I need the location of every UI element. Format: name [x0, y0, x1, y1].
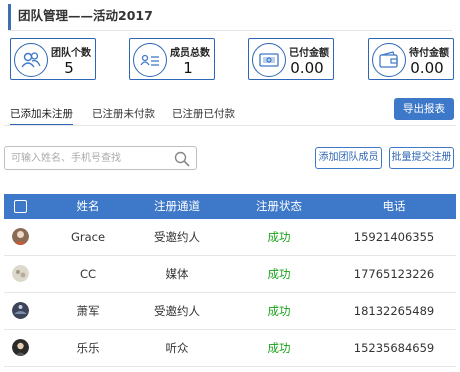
- column-header-channel: 注册通道: [154, 199, 200, 213]
- stat-label: 待付金额: [409, 48, 449, 59]
- search-input[interactable]: [11, 150, 171, 166]
- stat-value: 1: [183, 59, 193, 77]
- cell-name: 乐乐: [76, 341, 100, 355]
- cell-name: Grace: [70, 230, 106, 244]
- cell-status: 成功: [267, 230, 291, 244]
- stat-value: 0.00: [290, 59, 324, 77]
- table-header: 姓名 注册通道 注册状态 电话: [4, 194, 456, 219]
- title-divider: [8, 30, 452, 31]
- wallet-icon: [372, 43, 406, 77]
- cell-phone: 17765123226: [353, 267, 435, 281]
- stat-card-paid-amount: 已付金额 0.00: [248, 38, 334, 80]
- export-report-button[interactable]: 导出报表: [394, 98, 454, 120]
- search-box: [4, 146, 197, 170]
- cell-status: 成功: [267, 341, 291, 355]
- batch-submit-registration-button[interactable]: 批量提交注册: [389, 147, 454, 169]
- column-header-name: 姓名: [76, 199, 100, 213]
- table-row[interactable]: CC 媒体 成功 17765123226: [4, 256, 456, 293]
- member-table: 姓名 注册通道 注册状态 电话 Grace 受邀约人 成功 1592140635…: [4, 194, 456, 367]
- stat-card-member-total: 成员总数 1: [129, 38, 215, 80]
- tab-added-unregistered[interactable]: 已添加未注册: [10, 106, 73, 126]
- avatar: [12, 228, 29, 245]
- cell-phone: 15921406355: [353, 230, 435, 244]
- cell-name: CC: [79, 267, 97, 281]
- stat-label: 团队个数: [51, 48, 91, 59]
- select-all-checkbox[interactable]: [14, 200, 27, 213]
- tab-divider: [4, 125, 456, 126]
- cell-name: 萧军: [76, 304, 100, 318]
- cell-channel: 媒体: [165, 267, 189, 281]
- stat-value: 5: [64, 59, 74, 77]
- stat-label: 成员总数: [170, 48, 210, 59]
- team-icon: [14, 43, 48, 77]
- cell-status: 成功: [267, 304, 291, 318]
- stat-card-team-count: 团队个数 5: [10, 38, 96, 80]
- add-team-member-button[interactable]: 添加团队成员: [315, 147, 382, 169]
- cash-icon: [252, 43, 286, 77]
- tab-registered-unpaid[interactable]: 已注册未付款: [92, 106, 155, 122]
- avatar: [12, 265, 29, 282]
- stat-card-pending-amount: 待付金额 0.00: [368, 38, 454, 80]
- avatar: [12, 339, 29, 356]
- page-title: 团队管理——活动2017: [8, 4, 460, 30]
- stat-value: 0.00: [410, 59, 444, 77]
- cell-channel: 听众: [165, 341, 189, 355]
- table-row[interactable]: 萧军 受邀约人 成功 18132265489: [4, 293, 456, 330]
- tab-registered-paid[interactable]: 已注册已付款: [172, 106, 235, 122]
- column-header-status: 注册状态: [256, 199, 302, 213]
- stat-label: 已付金额: [289, 48, 329, 59]
- column-header-phone: 电话: [382, 199, 406, 213]
- table-row[interactable]: Grace 受邀约人 成功 15921406355: [4, 219, 456, 256]
- member-list-icon: [133, 43, 167, 77]
- cell-status: 成功: [267, 267, 291, 281]
- cell-channel: 受邀约人: [154, 230, 200, 244]
- search-icon[interactable]: [174, 151, 190, 167]
- table-row[interactable]: 乐乐 听众 成功 15235684659: [4, 330, 456, 367]
- avatar: [12, 302, 29, 319]
- cell-channel: 受邀约人: [154, 304, 200, 318]
- cell-phone: 18132265489: [353, 304, 435, 318]
- cell-phone: 15235684659: [353, 341, 435, 355]
